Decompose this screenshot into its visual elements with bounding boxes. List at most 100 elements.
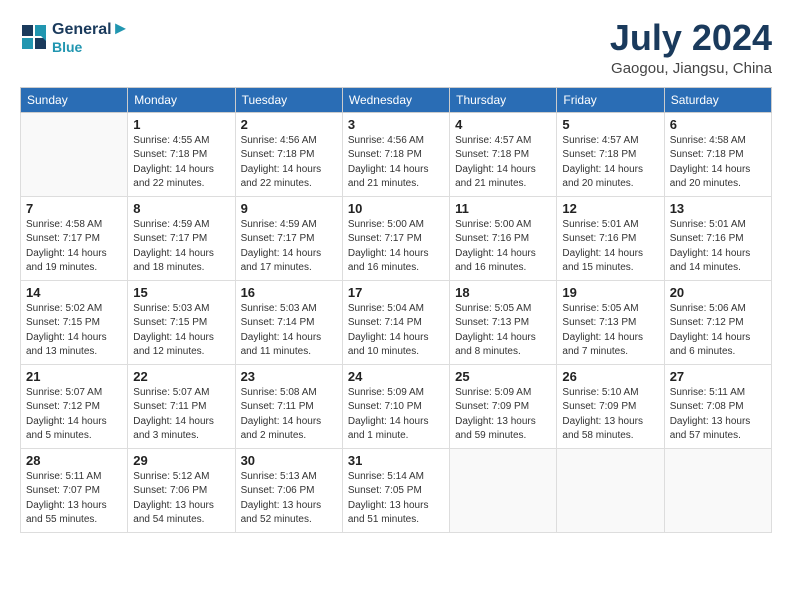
day-number: 10 [348,201,444,216]
calendar-week-row: 14 Sunrise: 5:02 AMSunset: 7:15 PMDayligh… [21,280,772,364]
calendar-cell [557,448,664,532]
calendar-cell: 18 Sunrise: 5:05 AMSunset: 7:13 PMDayligh… [450,280,557,364]
day-info: Sunrise: 4:57 AMSunset: 7:18 PMDaylight:… [455,134,551,192]
day-info: Sunrise: 5:07 AMSunset: 7:12 PMDaylight:… [26,386,122,444]
weekday-header: Tuesday [235,87,342,112]
day-number: 27 [670,369,766,384]
day-info: Sunrise: 5:06 AMSunset: 7:12 PMDaylight:… [670,302,766,360]
day-info: Sunrise: 5:13 AMSunset: 7:06 PMDaylight:… [241,470,337,528]
calendar-cell: 14 Sunrise: 5:02 AMSunset: 7:15 PMDayligh… [21,280,128,364]
day-number: 6 [670,117,766,132]
day-number: 5 [562,117,658,132]
logo-text: General► Blue [52,18,129,55]
calendar-cell: 1 Sunrise: 4:55 AMSunset: 7:18 PMDaylight… [128,112,235,196]
day-number: 23 [241,369,337,384]
logo-icon [20,23,48,51]
day-number: 26 [562,369,658,384]
day-number: 8 [133,201,229,216]
weekday-header: Friday [557,87,664,112]
day-info: Sunrise: 5:00 AMSunset: 7:17 PMDaylight:… [348,218,444,276]
weekday-header: Saturday [664,87,771,112]
day-info: Sunrise: 4:59 AMSunset: 7:17 PMDaylight:… [133,218,229,276]
calendar-cell: 26 Sunrise: 5:10 AMSunset: 7:09 PMDayligh… [557,364,664,448]
calendar-week-row: 21 Sunrise: 5:07 AMSunset: 7:12 PMDayligh… [21,364,772,448]
day-number: 18 [455,285,551,300]
calendar-cell: 29 Sunrise: 5:12 AMSunset: 7:06 PMDayligh… [128,448,235,532]
day-number: 19 [562,285,658,300]
calendar-week-row: 1 Sunrise: 4:55 AMSunset: 7:18 PMDaylight… [21,112,772,196]
day-number: 4 [455,117,551,132]
calendar-cell: 28 Sunrise: 5:11 AMSunset: 7:07 PMDayligh… [21,448,128,532]
day-info: Sunrise: 5:01 AMSunset: 7:16 PMDaylight:… [562,218,658,276]
calendar-cell: 3 Sunrise: 4:56 AMSunset: 7:18 PMDaylight… [342,112,449,196]
day-info: Sunrise: 4:56 AMSunset: 7:18 PMDaylight:… [241,134,337,192]
day-number: 21 [26,369,122,384]
month-year: July 2024 [610,18,772,58]
day-number: 20 [670,285,766,300]
day-number: 9 [241,201,337,216]
calendar-week-row: 28 Sunrise: 5:11 AMSunset: 7:07 PMDayligh… [21,448,772,532]
calendar-cell: 30 Sunrise: 5:13 AMSunset: 7:06 PMDayligh… [235,448,342,532]
day-info: Sunrise: 5:00 AMSunset: 7:16 PMDaylight:… [455,218,551,276]
day-info: Sunrise: 4:59 AMSunset: 7:17 PMDaylight:… [241,218,337,276]
day-info: Sunrise: 5:04 AMSunset: 7:14 PMDaylight:… [348,302,444,360]
day-number: 2 [241,117,337,132]
day-number: 31 [348,453,444,468]
day-number: 12 [562,201,658,216]
calendar-cell: 4 Sunrise: 4:57 AMSunset: 7:18 PMDaylight… [450,112,557,196]
day-info: Sunrise: 5:02 AMSunset: 7:15 PMDaylight:… [26,302,122,360]
day-number: 13 [670,201,766,216]
calendar-cell [664,448,771,532]
day-info: Sunrise: 4:58 AMSunset: 7:17 PMDaylight:… [26,218,122,276]
day-info: Sunrise: 5:12 AMSunset: 7:06 PMDaylight:… [133,470,229,528]
day-info: Sunrise: 5:10 AMSunset: 7:09 PMDaylight:… [562,386,658,444]
weekday-header: Thursday [450,87,557,112]
calendar-cell: 10 Sunrise: 5:00 AMSunset: 7:17 PMDayligh… [342,196,449,280]
calendar-cell: 7 Sunrise: 4:58 AMSunset: 7:17 PMDaylight… [21,196,128,280]
day-number: 16 [241,285,337,300]
day-info: Sunrise: 4:55 AMSunset: 7:18 PMDaylight:… [133,134,229,192]
day-number: 1 [133,117,229,132]
day-info: Sunrise: 5:14 AMSunset: 7:05 PMDaylight:… [348,470,444,528]
logo: General► Blue [20,18,129,55]
calendar-cell: 23Sunrise: 5:08 AMSunset: 7:11 PMDayligh… [235,364,342,448]
calendar-cell: 20 Sunrise: 5:06 AMSunset: 7:12 PMDayligh… [664,280,771,364]
day-number: 24 [348,369,444,384]
day-info: Sunrise: 4:56 AMSunset: 7:18 PMDaylight:… [348,134,444,192]
day-number: 14 [26,285,122,300]
day-info: Sunrise: 5:11 AMSunset: 7:07 PMDaylight:… [26,470,122,528]
calendar-cell: 17 Sunrise: 5:04 AMSunset: 7:14 PMDayligh… [342,280,449,364]
day-number: 22 [133,369,229,384]
day-number: 11 [455,201,551,216]
day-info: Sunrise: 5:05 AMSunset: 7:13 PMDaylight:… [455,302,551,360]
calendar-cell: 19 Sunrise: 5:05 AMSunset: 7:13 PMDayligh… [557,280,664,364]
calendar-week-row: 7 Sunrise: 4:58 AMSunset: 7:17 PMDaylight… [21,196,772,280]
calendar: SundayMondayTuesdayWednesdayThursdayFrid… [20,87,772,533]
calendar-cell: 21 Sunrise: 5:07 AMSunset: 7:12 PMDayligh… [21,364,128,448]
calendar-cell: 22Sunrise: 5:07 AMSunset: 7:11 PMDayligh… [128,364,235,448]
day-info: Sunrise: 5:05 AMSunset: 7:13 PMDaylight:… [562,302,658,360]
page: General► Blue July 2024 Gaogou, Jiangsu,… [0,0,792,612]
day-info: Sunrise: 5:09 AMSunset: 7:10 PMDaylight:… [348,386,444,444]
day-number: 15 [133,285,229,300]
calendar-cell: 6Sunrise: 4:58 AMSunset: 7:18 PMDaylight… [664,112,771,196]
day-number: 28 [26,453,122,468]
weekday-header: Sunday [21,87,128,112]
day-number: 30 [241,453,337,468]
day-number: 17 [348,285,444,300]
calendar-cell [21,112,128,196]
day-number: 29 [133,453,229,468]
weekday-header: Wednesday [342,87,449,112]
calendar-cell: 5 Sunrise: 4:57 AMSunset: 7:18 PMDaylight… [557,112,664,196]
day-number: 25 [455,369,551,384]
day-number: 7 [26,201,122,216]
weekday-header: Monday [128,87,235,112]
calendar-cell: 13Sunrise: 5:01 AMSunset: 7:16 PMDayligh… [664,196,771,280]
day-number: 3 [348,117,444,132]
calendar-cell: 27Sunrise: 5:11 AMSunset: 7:08 PMDayligh… [664,364,771,448]
location: Gaogou, Jiangsu, China [610,60,772,77]
weekday-header-row: SundayMondayTuesdayWednesdayThursdayFrid… [21,87,772,112]
calendar-cell: 24 Sunrise: 5:09 AMSunset: 7:10 PMDayligh… [342,364,449,448]
calendar-cell: 15Sunrise: 5:03 AMSunset: 7:15 PMDayligh… [128,280,235,364]
day-info: Sunrise: 4:57 AMSunset: 7:18 PMDaylight:… [562,134,658,192]
